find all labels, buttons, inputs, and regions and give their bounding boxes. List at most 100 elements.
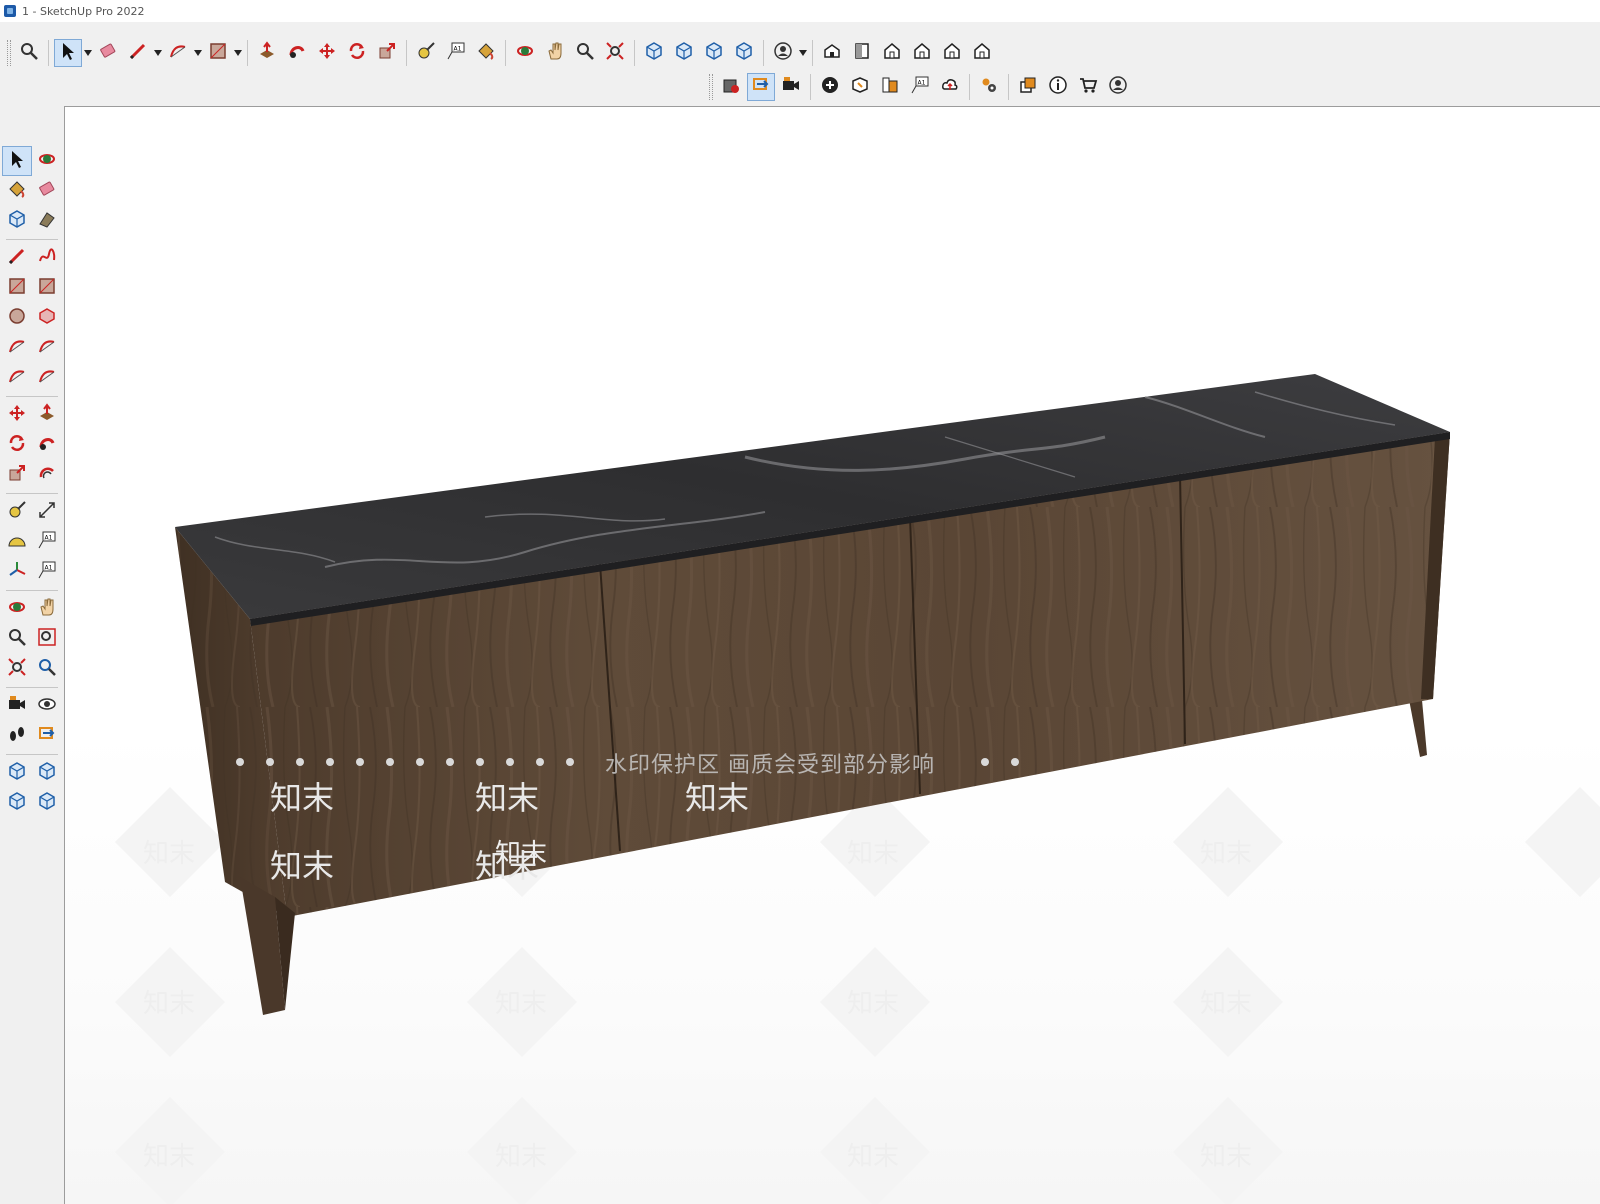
arc-button[interactable] <box>164 39 192 67</box>
share-window-button[interactable] <box>1014 73 1042 101</box>
camera-scenes-button[interactable] <box>777 73 805 101</box>
line-button[interactable] <box>2 243 32 273</box>
eraser-small-button[interactable] <box>32 176 62 206</box>
rotate-button[interactable] <box>343 39 371 67</box>
layout-button[interactable] <box>700 39 728 67</box>
scale-button[interactable] <box>373 39 401 67</box>
move-button[interactable] <box>313 39 341 67</box>
svg-text:A1: A1 <box>45 564 53 571</box>
settings-gears-button[interactable] <box>975 73 1003 101</box>
search-button[interactable] <box>15 39 43 67</box>
zoom-button[interactable] <box>571 39 599 67</box>
zoom-extents-button[interactable] <box>601 39 629 67</box>
model-scene[interactable]: 知末 知末 知末 知末 知末 知末 知末 知末 知末 知末 知末 知末 知末 知… <box>65 107 1600 1204</box>
ext-manager-small-button[interactable] <box>32 788 62 818</box>
arc-small-button[interactable] <box>2 333 32 363</box>
toolbar-grip[interactable] <box>7 40 11 66</box>
previous-view-button[interactable] <box>32 654 62 684</box>
protractor-button[interactable] <box>2 527 32 557</box>
rectangle-small-button[interactable] <box>2 273 32 303</box>
orbit-alt-button[interactable] <box>2 594 32 624</box>
warehouse-small-button[interactable] <box>2 758 32 788</box>
orbit-button[interactable] <box>511 39 539 67</box>
cart-button[interactable] <box>1074 73 1102 101</box>
scale-small-button[interactable] <box>2 460 32 490</box>
info-button[interactable] <box>1044 73 1072 101</box>
rotated-rect-button[interactable] <box>32 273 62 303</box>
section-small-button[interactable] <box>32 721 62 751</box>
orbit-small-button[interactable] <box>32 146 62 176</box>
toolbar-grip[interactable] <box>709 74 713 100</box>
view-top-button[interactable] <box>848 39 876 67</box>
extension-small-button[interactable] <box>32 758 62 788</box>
section-plane-icon <box>751 75 771 100</box>
chevron-down-icon[interactable] <box>193 39 203 67</box>
pan-small-icon <box>37 597 57 622</box>
3d-warehouse-button[interactable] <box>640 39 668 67</box>
chevron-down-icon[interactable] <box>83 39 93 67</box>
checker-texture-button[interactable]: A1 <box>906 73 934 101</box>
select-arrow-button[interactable] <box>54 39 82 67</box>
warehouse-small-icon <box>7 761 27 786</box>
layout-small-button[interactable] <box>2 788 32 818</box>
text-small-button[interactable]: A1 <box>32 527 62 557</box>
walk-button[interactable] <box>2 721 32 751</box>
circle-button[interactable] <box>2 303 32 333</box>
pie-button[interactable] <box>32 363 62 393</box>
model-viewport[interactable]: 知末 知末 知末 知末 知末 知末 知末 知末 知末 知末 知末 知末 知末 知… <box>64 106 1600 1204</box>
rotate-small-button[interactable] <box>2 430 32 460</box>
two-point-arc-button[interactable] <box>32 333 62 363</box>
zoom-small-button[interactable] <box>2 624 32 654</box>
zoom-window-button[interactable] <box>32 624 62 654</box>
move-small-button[interactable] <box>2 400 32 430</box>
offset-button[interactable] <box>32 460 62 490</box>
chevron-down-icon[interactable] <box>233 39 243 67</box>
view-iso-button[interactable] <box>818 39 846 67</box>
followme-small-button[interactable] <box>32 430 62 460</box>
pan-hand-button[interactable] <box>541 39 569 67</box>
zoom-extents-small-button[interactable] <box>2 654 32 684</box>
freehand-button[interactable] <box>32 243 62 273</box>
extension-warehouse-button[interactable] <box>670 39 698 67</box>
three-point-arc-button[interactable] <box>2 363 32 393</box>
cloud-upload-button[interactable] <box>936 73 964 101</box>
rectangle-button[interactable] <box>204 39 232 67</box>
polygon-button[interactable] <box>32 303 62 333</box>
materials-button[interactable] <box>876 73 904 101</box>
toolbar-separator <box>763 40 764 66</box>
paint-small-button[interactable] <box>2 176 32 206</box>
pushpull-small-button[interactable] <box>32 400 62 430</box>
section-plane-button[interactable] <box>747 73 775 101</box>
chevron-down-icon[interactable] <box>798 39 808 67</box>
protractor-icon <box>7 530 27 555</box>
select-button[interactable] <box>2 146 32 176</box>
paint-small-icon <box>7 179 27 204</box>
chevron-down-icon[interactable] <box>153 39 163 67</box>
extension-manager-button[interactable] <box>730 39 758 67</box>
component-button[interactable] <box>2 206 32 236</box>
profile-button[interactable] <box>1104 73 1132 101</box>
follow-me-button[interactable] <box>283 39 311 67</box>
pan-small-button[interactable] <box>32 594 62 624</box>
pencil-line-button[interactable] <box>124 39 152 67</box>
geo-button[interactable] <box>846 73 874 101</box>
axes-button[interactable] <box>2 557 32 587</box>
tag-button[interactable] <box>32 206 62 236</box>
dimension-button[interactable] <box>32 497 62 527</box>
push-pull-button[interactable] <box>253 39 281 67</box>
look-around-button[interactable] <box>32 691 62 721</box>
solid-tools-button[interactable] <box>717 73 745 101</box>
text-label-button[interactable]: A1 <box>442 39 470 67</box>
add-location-button[interactable] <box>816 73 844 101</box>
view-right-button[interactable] <box>908 39 936 67</box>
view-front-button[interactable] <box>878 39 906 67</box>
eraser-button[interactable] <box>94 39 122 67</box>
view-left-button[interactable] <box>968 39 996 67</box>
view-back-button[interactable] <box>938 39 966 67</box>
3d-text-button[interactable]: A1 <box>32 557 62 587</box>
tape-measure-button[interactable] <box>412 39 440 67</box>
position-camera-button[interactable] <box>2 691 32 721</box>
tape-small-button[interactable] <box>2 497 32 527</box>
paint-bucket-button[interactable] <box>472 39 500 67</box>
user-account-button[interactable] <box>769 39 797 67</box>
